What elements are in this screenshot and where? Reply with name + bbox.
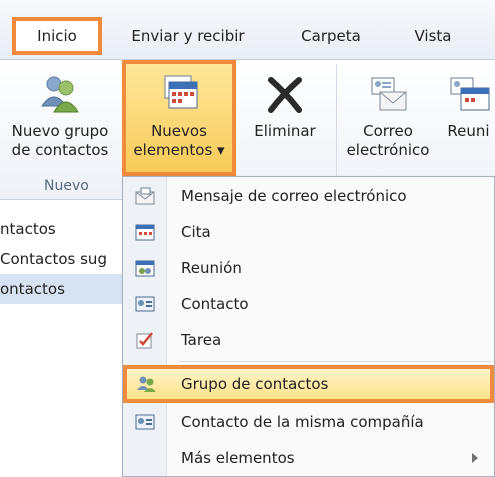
delete-button[interactable]: Eliminar — [244, 60, 326, 175]
menu-item-label: Mensaje de correo electrónico — [181, 187, 407, 205]
menu-item-contact[interactable]: Contacto — [123, 287, 494, 321]
tab-enviar-recibir[interactable]: Enviar y recibir — [118, 17, 258, 55]
menu-item-appointment[interactable]: Cita — [123, 215, 494, 249]
email-button[interactable]: Correo electrónico — [340, 60, 436, 175]
task-icon — [136, 332, 153, 349]
tab-carpeta-label: Carpeta — [301, 27, 361, 45]
new-items-label-2: elementos ▾ — [133, 141, 225, 159]
new-items-button[interactable]: Nuevos elementos ▾ — [122, 60, 236, 176]
menu-item-contact-same-company[interactable]: Contacto de la misma compañía — [123, 405, 494, 439]
tab-vista-label: Vista — [414, 27, 452, 45]
new-items-dropdown-menu: Mensaje de correo electrónico Cita Reuni… — [122, 176, 495, 477]
ribbon-tab-strip: Inicio Enviar y recibir Carpeta Vista — [0, 0, 495, 60]
tab-enviar-recibir-label: Enviar y recibir — [131, 27, 245, 45]
menu-item-label: Grupo de contactos — [181, 375, 329, 393]
new-items-label-1: Nuevos — [151, 122, 207, 140]
contact-group-icon — [137, 376, 156, 392]
meeting-request-icon — [135, 260, 155, 277]
appointment-icon — [135, 224, 155, 241]
email-label-2: electrónico — [346, 141, 430, 159]
menu-item-meeting[interactable]: Reunión — [123, 251, 494, 285]
menu-item-label: Más elementos — [181, 449, 295, 467]
nav-item-suggested-contacts[interactable]: Contactos sug — [0, 244, 122, 274]
delete-x-icon — [268, 77, 302, 113]
new-contact-group-button[interactable]: Nuevo grupo de contactos — [2, 60, 118, 175]
nav-item-label: ontactos — [0, 280, 65, 298]
ribbon-group-label: Nuevo — [44, 178, 89, 194]
menu-item-email-message[interactable]: Mensaje de correo electrónico — [123, 179, 494, 213]
outlook-window: Inicio Enviar y recibir Carpeta Vista Nu… — [0, 0, 495, 477]
menu-item-label: Contacto de la misma compañía — [181, 413, 424, 431]
meeting-icon — [450, 77, 489, 111]
contact-card-icon — [135, 414, 155, 430]
contact-card-icon — [135, 296, 155, 312]
menu-item-more-items[interactable]: Más elementos — [123, 441, 494, 475]
new-contact-group-label-2: de contactos — [11, 141, 109, 159]
email-icon — [371, 77, 407, 111]
nav-item-label: Contactos sug — [0, 250, 107, 268]
tab-carpeta[interactable]: Carpeta — [286, 17, 376, 55]
folder-pane: ntactos Contactos sug ontactos — [0, 200, 122, 477]
menu-item-label: Contacto — [181, 295, 249, 313]
contact-group-icon — [41, 76, 79, 113]
menu-item-label: Tarea — [181, 331, 222, 349]
nav-item-contacts-selected[interactable]: ontactos — [0, 274, 122, 304]
nav-item-label: ntactos — [0, 220, 56, 238]
meeting-label: Reuni — [447, 122, 490, 140]
tab-inicio-label: Inicio — [37, 27, 77, 45]
menu-separator — [179, 361, 490, 362]
submenu-arrow-icon — [472, 453, 478, 463]
tab-vista[interactable]: Vista — [398, 17, 468, 55]
new-contact-group-label-1: Nuevo grupo — [11, 122, 109, 140]
menu-item-label: Reunión — [181, 259, 242, 277]
calendar-items-icon — [164, 75, 198, 109]
tab-inicio[interactable]: Inicio — [12, 17, 102, 55]
email-label-1: Correo — [363, 122, 413, 140]
meeting-button[interactable]: Reuni — [442, 60, 495, 175]
nav-item-contacts[interactable]: ntactos — [0, 214, 122, 244]
mail-message-icon — [135, 187, 155, 205]
menu-item-contact-group[interactable]: Grupo de contactos — [123, 365, 494, 403]
menu-item-label: Cita — [181, 223, 211, 241]
delete-label: Eliminar — [254, 122, 316, 140]
menu-item-task[interactable]: Tarea — [123, 323, 494, 357]
